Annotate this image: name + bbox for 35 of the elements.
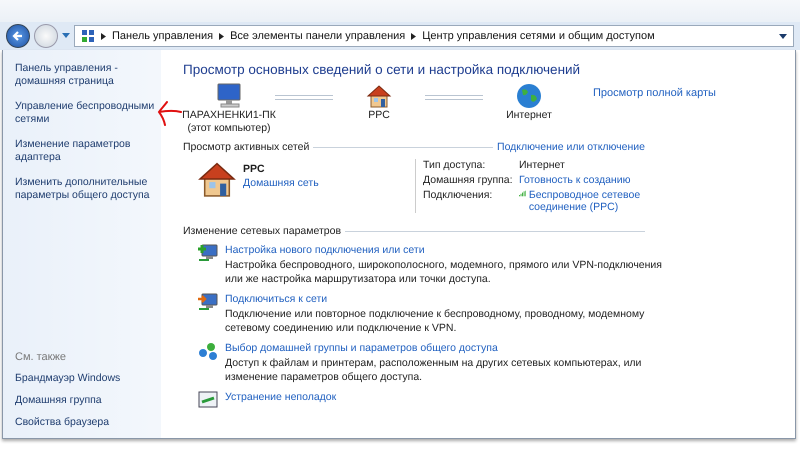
- node-label: PPC: [368, 109, 390, 122]
- detail-label: Тип доступа:: [423, 159, 486, 171]
- node-label: Интернет: [506, 109, 552, 122]
- section-heading: Просмотр активных сетей: [183, 141, 310, 153]
- task-link[interactable]: Подключиться к сети: [225, 293, 328, 305]
- detail-label: Домашняя группа:: [423, 174, 514, 186]
- breadcrumb[interactable]: Панель управления: [112, 30, 214, 42]
- see-also-heading: См. также: [15, 351, 67, 363]
- detail-label: Подключения:: [423, 189, 494, 203]
- breadcrumb[interactable]: Центр управления сетями и общим доступом: [422, 30, 655, 42]
- task-link[interactable]: Настройка нового подключения или сети: [225, 244, 425, 256]
- connect-disconnect-link[interactable]: Подключение или отключение: [497, 141, 645, 153]
- sidebar-link[interactable]: Панель управления - домашняя страница: [15, 62, 161, 88]
- task-link[interactable]: Выбор домашней группы и параметров общего доступа: [225, 342, 498, 354]
- address-bar[interactable]: Панель управления Все элементы панели управления Центр управления сетями и общим доступом: [74, 25, 794, 47]
- detail-value: Интернет: [519, 159, 566, 171]
- sidebar-link[interactable]: Брандмауэр Windows: [15, 372, 161, 385]
- detail-link[interactable]: Готовность к созданию: [519, 174, 655, 186]
- sidebar-link[interactable]: Управление беспроводными сетями: [15, 100, 161, 126]
- breadcrumb[interactable]: Все элементы панели управления: [230, 30, 406, 42]
- sidebar-link[interactable]: Домашняя группа: [15, 394, 161, 407]
- node-label: ПАРАХНЕНКИ1-ПК (этот компьютер): [182, 109, 276, 135]
- network-type-link[interactable]: Домашняя сеть: [243, 177, 319, 189]
- full-map-link[interactable]: Просмотр полной карты: [593, 87, 716, 99]
- task-description: Подключение или повторное подключение к беспроводному, проводному, модемному сетевому соединению или подключение к VPN.: [225, 307, 646, 335]
- task-link[interactable]: Устранение неполадок: [225, 391, 336, 403]
- task-description: Настройка беспроводного, широкополосного, модемного, прямого или VPN-подключения или же настройка маршрутизатора или точки доступа.: [225, 258, 663, 286]
- sidebar-link[interactable]: Свойства браузера: [15, 416, 161, 429]
- network-name: PPC: [243, 163, 266, 175]
- section-heading: Изменение сетевых параметров: [183, 225, 342, 237]
- task-description: Доступ к файлам и принтерам, расположенным на других сетевых компьютерах, или изменение параметров общего доступа.: [225, 356, 642, 384]
- page-title: Просмотр основных сведений о сети и настройка подключений: [183, 62, 582, 77]
- sidebar-link[interactable]: Изменить дополнительные параметры общего доступа: [15, 176, 161, 202]
- connection-link[interactable]: Беспроводное сетевое соединение (PPC): [528, 189, 655, 213]
- sidebar-link[interactable]: Изменение параметров адаптера: [15, 138, 161, 164]
